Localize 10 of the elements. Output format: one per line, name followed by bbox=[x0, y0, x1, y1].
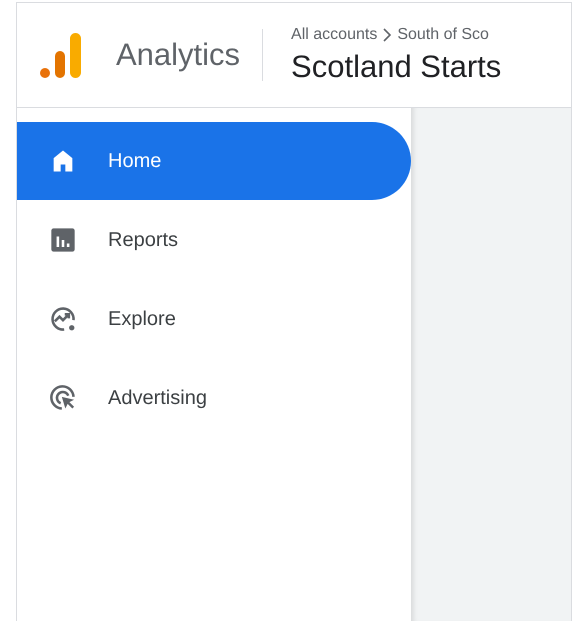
property-name[interactable]: Scotland Starts bbox=[291, 47, 502, 87]
chevron-right-icon bbox=[381, 27, 394, 43]
bar-chart-icon bbox=[48, 226, 76, 254]
analytics-logo-icon bbox=[39, 31, 83, 79]
breadcrumb-link[interactable]: All accounts bbox=[291, 23, 378, 47]
nav-item[interactable]: Home bbox=[17, 122, 411, 200]
product-name: Analytics bbox=[116, 36, 240, 74]
target-cursor-icon bbox=[48, 384, 76, 412]
breadcrumb-link[interactable]: South of Sco bbox=[397, 23, 489, 47]
trend-circle-icon bbox=[48, 305, 76, 333]
